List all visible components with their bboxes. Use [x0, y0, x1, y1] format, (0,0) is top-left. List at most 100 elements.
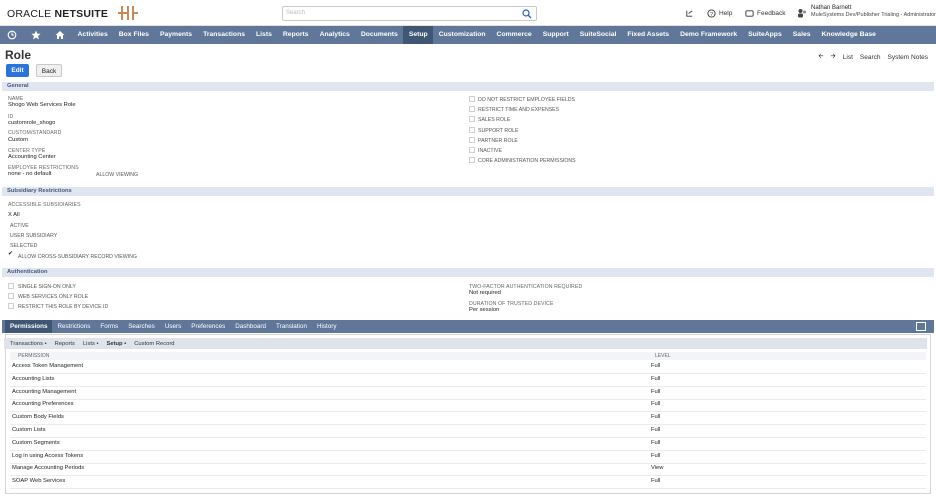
level-cell: Full	[651, 363, 661, 369]
recent-records-icon[interactable]	[685, 9, 694, 18]
permission-column-header[interactable]: Permission	[18, 353, 49, 359]
nav-item-box-files[interactable]: Box Files	[113, 26, 154, 44]
center-type-value: Accounting Center	[8, 154, 56, 160]
checkbox-label: Partner Role	[478, 138, 518, 144]
nav-item-analytics[interactable]: Analytics	[314, 26, 355, 44]
nav-item-documents[interactable]: Documents	[355, 26, 403, 44]
checkbox-label: Restrict This Role By Device ID	[18, 304, 109, 310]
nav-item-reports[interactable]: Reports	[277, 26, 314, 44]
nav-item-commerce[interactable]: Commerce	[491, 26, 537, 44]
subtab-setup[interactable]: Setup •	[107, 341, 127, 347]
tab-searches[interactable]: Searches	[123, 320, 160, 333]
nav-item-customization[interactable]: Customization	[433, 26, 491, 44]
tab-forms[interactable]: Forms	[95, 320, 123, 333]
inactive-checkbox[interactable]	[469, 147, 475, 153]
partner-role-checkbox[interactable]	[469, 137, 475, 143]
table-row[interactable]: Custom Lists Full	[10, 425, 926, 438]
nav-item-knowledge-base[interactable]: Knowledge Base	[816, 26, 881, 44]
subtab-transactions[interactable]: Transactions •	[10, 341, 47, 347]
table-row[interactable]: Log in using Access Tokens Full	[10, 451, 926, 464]
subsidiary-option-active[interactable]: Active	[10, 223, 29, 229]
permission-cell: Custom Body Fields	[12, 414, 64, 421]
permission-cell: Custom Segments	[12, 439, 60, 446]
user-roles-icon	[798, 9, 806, 18]
checkbox-label: Do Not Restrict Employee Fields	[478, 97, 575, 103]
checkbox-label: Support Role	[478, 128, 519, 134]
accessible-subsidiaries-label: Accessible Subsidiaries	[8, 202, 81, 208]
checkbox-label: Inactive	[478, 148, 502, 154]
collapse-icon[interactable]	[916, 322, 926, 331]
nav-item-sales[interactable]: Sales	[787, 26, 816, 44]
level-cell: Full	[651, 427, 661, 433]
home-icon[interactable]	[48, 26, 72, 44]
netsuite-logo[interactable]: ORACLE NETSUITE	[7, 8, 108, 20]
subsidiary-option-selected[interactable]: Selected	[10, 243, 37, 249]
nav-item-suitesocial[interactable]: SuiteSocial	[574, 26, 622, 44]
table-row[interactable]: Accounting Preferences Full	[10, 399, 926, 413]
nav-item-transactions[interactable]: Transactions	[198, 26, 251, 44]
permission-cell: Access Token Management	[12, 363, 84, 369]
support-role-checkbox[interactable]	[469, 127, 475, 133]
back-button[interactable]: Back	[36, 64, 62, 77]
user-role: MuleSystems Dev/Publisher Trialing - Adm…	[811, 12, 936, 18]
tab-preferences[interactable]: Preferences	[186, 320, 230, 333]
tab-users[interactable]: Users	[160, 320, 186, 333]
level-cell: Full	[651, 452, 661, 459]
table-row[interactable]: SOAP Web Services Full	[10, 476, 926, 490]
edit-button[interactable]: Edit	[6, 64, 29, 77]
sso-only-checkbox[interactable]	[8, 283, 14, 289]
restrict-time-expenses-checkbox[interactable]	[469, 106, 475, 112]
do-not-restrict-employee-fields-checkbox[interactable]	[469, 96, 475, 102]
nav-item-suiteapps[interactable]: SuiteApps	[743, 26, 788, 44]
table-row[interactable]: Manage Accounting Periods View	[10, 463, 926, 477]
sales-role-checkbox[interactable]	[469, 116, 475, 122]
subsidiary-option-user[interactable]: User Subsidiary	[10, 233, 57, 239]
cross-subsidiary-checkbox[interactable]: ✔	[8, 251, 13, 257]
tab-translation[interactable]: Translation	[271, 320, 312, 333]
nav-item-setup[interactable]: Setup	[403, 26, 434, 44]
web-services-only-checkbox[interactable]	[8, 293, 14, 299]
table-row[interactable]: Access Token Management Full	[10, 361, 926, 374]
user-menu[interactable]: Nathan Barnett MuleSystems Dev/Publisher…	[797, 5, 936, 18]
restrict-device-id-checkbox[interactable]	[8, 303, 14, 309]
allow-viewing-label: Allow Viewing	[96, 172, 139, 178]
nav-item-fixed-assets[interactable]: Fixed Assets	[622, 26, 675, 44]
nav-item-payments[interactable]: Payments	[154, 26, 197, 44]
nav-item-support[interactable]: Support	[537, 26, 574, 44]
tab-permissions[interactable]: Permissions	[5, 320, 53, 333]
feedback-link[interactable]: Feedback	[745, 9, 786, 18]
next-record-icon[interactable]: 🡪	[831, 52, 836, 63]
level-cell: Full	[651, 388, 661, 395]
search-link[interactable]: Search	[860, 54, 881, 61]
nav-item-demo-framework[interactable]: Demo Framework	[675, 26, 743, 44]
global-search-input[interactable]: Search	[282, 6, 537, 21]
permission-cell: Log in using Access Tokens	[12, 452, 84, 459]
authentication-section-header: Authentication	[2, 268, 934, 277]
checkbox-label: Sales Role	[478, 117, 511, 123]
permission-cell: Accounting Preferences	[12, 401, 74, 408]
table-row[interactable]: Custom Segments Full	[10, 438, 926, 451]
table-row[interactable]: Accounting Lists Full	[10, 374, 926, 387]
list-link[interactable]: List	[843, 54, 853, 61]
subtab-lists[interactable]: Lists •	[83, 341, 99, 347]
previous-record-icon[interactable]: 🡨	[818, 52, 823, 63]
subsidiary-option-all[interactable]: X All	[8, 212, 20, 218]
tab-dashboard[interactable]: Dashboard	[230, 320, 271, 333]
table-row[interactable]: Accounting Management Full	[10, 387, 926, 400]
tab-restrictions[interactable]: Restrictions	[52, 320, 95, 333]
core-admin-permissions-checkbox[interactable]	[469, 157, 475, 163]
help-icon: ?	[707, 9, 716, 18]
favorites-icon[interactable]	[24, 26, 48, 44]
subtab-reports[interactable]: Reports	[55, 341, 75, 347]
nav-item-activities[interactable]: Activities	[72, 26, 113, 44]
level-column-header[interactable]: Level	[655, 353, 671, 359]
table-row[interactable]: Custom Body Fields Full	[10, 412, 926, 426]
subtab-custom-record[interactable]: Custom Record	[134, 341, 174, 347]
nav-item-lists[interactable]: Lists	[251, 26, 278, 44]
help-link[interactable]: ? Help	[707, 9, 732, 18]
search-icon[interactable]	[522, 9, 532, 19]
feedback-icon	[745, 10, 754, 17]
system-notes-link[interactable]: System Notes	[888, 54, 928, 61]
tab-history[interactable]: History	[312, 320, 342, 333]
recent-icon[interactable]	[0, 26, 24, 44]
